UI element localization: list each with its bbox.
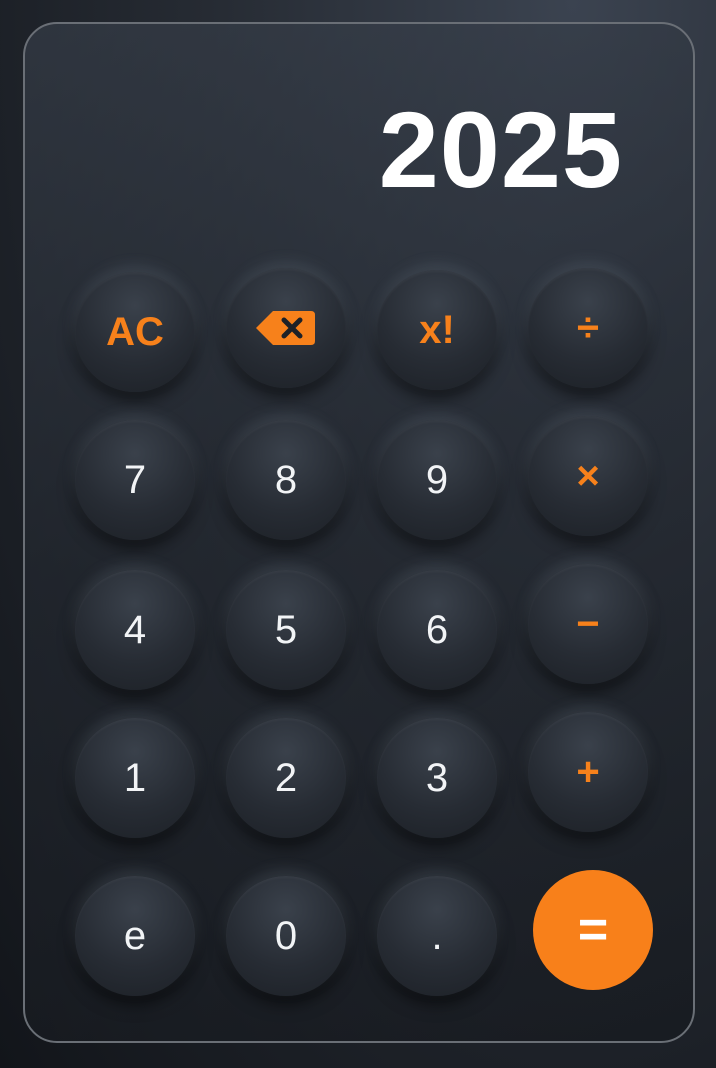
digit-5-button[interactable]: 5 [226,570,346,690]
decimal-button[interactable]: . [377,876,497,996]
digit-2-button[interactable]: 2 [226,718,346,838]
digit-3-button[interactable]: 3 [377,718,497,838]
calculator-panel: 2025 AC x! ÷ 7 8 9 × 4 5 6 − 1 2 3 + e 0… [23,22,695,1043]
keypad: AC x! ÷ 7 8 9 × 4 5 6 − 1 2 3 + e 0 . = [25,24,693,1041]
divide-button[interactable]: ÷ [528,268,648,388]
subtract-button[interactable]: − [528,564,648,684]
equals-button[interactable]: = [533,870,653,990]
digit-0-button[interactable]: 0 [226,876,346,996]
backspace-icon [256,311,315,345]
digit-8-button[interactable]: 8 [226,420,346,540]
add-button[interactable]: + [528,712,648,832]
backspace-button[interactable] [226,268,346,388]
digit-7-button[interactable]: 7 [75,420,195,540]
factorial-button[interactable]: x! [377,270,497,390]
digit-1-button[interactable]: 1 [75,718,195,838]
all-clear-button[interactable]: AC [75,272,195,392]
euler-button[interactable]: e [75,876,195,996]
multiply-button[interactable]: × [528,416,648,536]
digit-9-button[interactable]: 9 [377,420,497,540]
digit-6-button[interactable]: 6 [377,570,497,690]
digit-4-button[interactable]: 4 [75,570,195,690]
